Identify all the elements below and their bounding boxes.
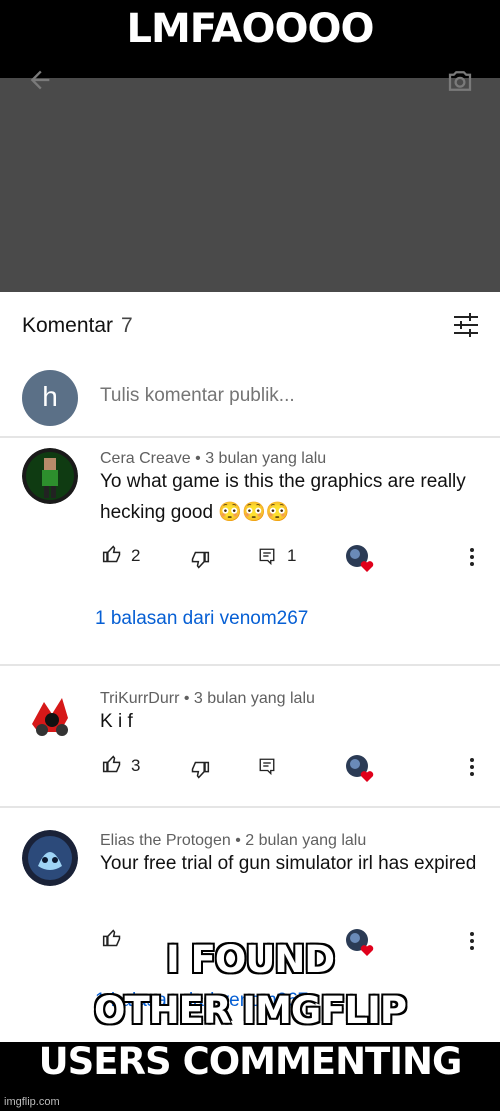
meme-bottom-line: I FOUND xyxy=(165,938,335,981)
meme-top-text: LMFAOOOO xyxy=(126,6,375,52)
creator-heart-icon xyxy=(346,755,374,782)
user-avatar: h xyxy=(22,370,78,426)
creator-heart-icon xyxy=(346,545,374,572)
comments-title: Komentar xyxy=(22,314,114,337)
comments-panel: Komentar7 h Cera Creave • 3 bulan yang l… xyxy=(0,292,500,1042)
comment-time: 3 bulan yang lalu xyxy=(193,690,315,707)
comments-count: 7 xyxy=(121,314,133,337)
comment-text: Your free trial of gun simulator irl has… xyxy=(100,853,477,874)
like-count: 3 xyxy=(131,756,141,775)
camera-icon[interactable] xyxy=(444,66,476,96)
comment-actions: 3 xyxy=(100,754,490,782)
view-replies-link[interactable]: 1 balasan dari venom267 xyxy=(95,608,308,630)
meme-bottom-text: I FOUND OTHER IMGFLIP USERS COMMENTING xyxy=(0,934,500,1087)
meme-bottom-line: OTHER IMGFLIP xyxy=(94,989,407,1032)
meme-bottom-line: USERS COMMENTING xyxy=(38,1040,463,1083)
divider xyxy=(0,664,500,666)
reply-icon[interactable] xyxy=(258,546,276,566)
divider xyxy=(0,436,500,438)
comment-time: 3 bulan yang lalu xyxy=(205,450,327,467)
reply-icon[interactable] xyxy=(258,756,276,776)
comment-text: K i f xyxy=(100,711,133,732)
comment-actions: 2 1 xyxy=(100,544,490,572)
commenter-avatar[interactable] xyxy=(22,830,78,886)
imgflip-watermark: imgflip.com xyxy=(4,1096,60,1108)
comments-header: Komentar 7 xyxy=(22,314,133,338)
comment-author[interactable]: Cera Creave xyxy=(100,450,191,467)
more-options-icon[interactable] xyxy=(462,546,482,568)
commenter-avatar[interactable] xyxy=(22,448,78,504)
video-player[interactable] xyxy=(0,78,500,292)
more-options-icon[interactable] xyxy=(462,756,482,778)
divider xyxy=(0,806,500,808)
dislike-icon[interactable] xyxy=(190,550,210,570)
comment-author[interactable]: TriKurrDurr xyxy=(100,690,179,707)
comment-author[interactable]: Elias the Protogen xyxy=(100,832,231,849)
commenter-avatar[interactable] xyxy=(22,688,78,744)
like-icon[interactable] xyxy=(102,754,122,774)
like-count: 2 xyxy=(131,546,141,565)
comment-text: Yo what game is this the graphics are re… xyxy=(100,471,466,523)
back-arrow-icon[interactable] xyxy=(26,66,54,94)
reply-count: 1 xyxy=(287,546,297,565)
like-icon[interactable] xyxy=(102,544,122,564)
comment-time: 2 bulan yang lalu xyxy=(245,832,367,849)
add-comment-input[interactable] xyxy=(100,385,460,407)
sort-filter-icon[interactable] xyxy=(452,312,480,338)
dislike-icon[interactable] xyxy=(190,760,210,780)
